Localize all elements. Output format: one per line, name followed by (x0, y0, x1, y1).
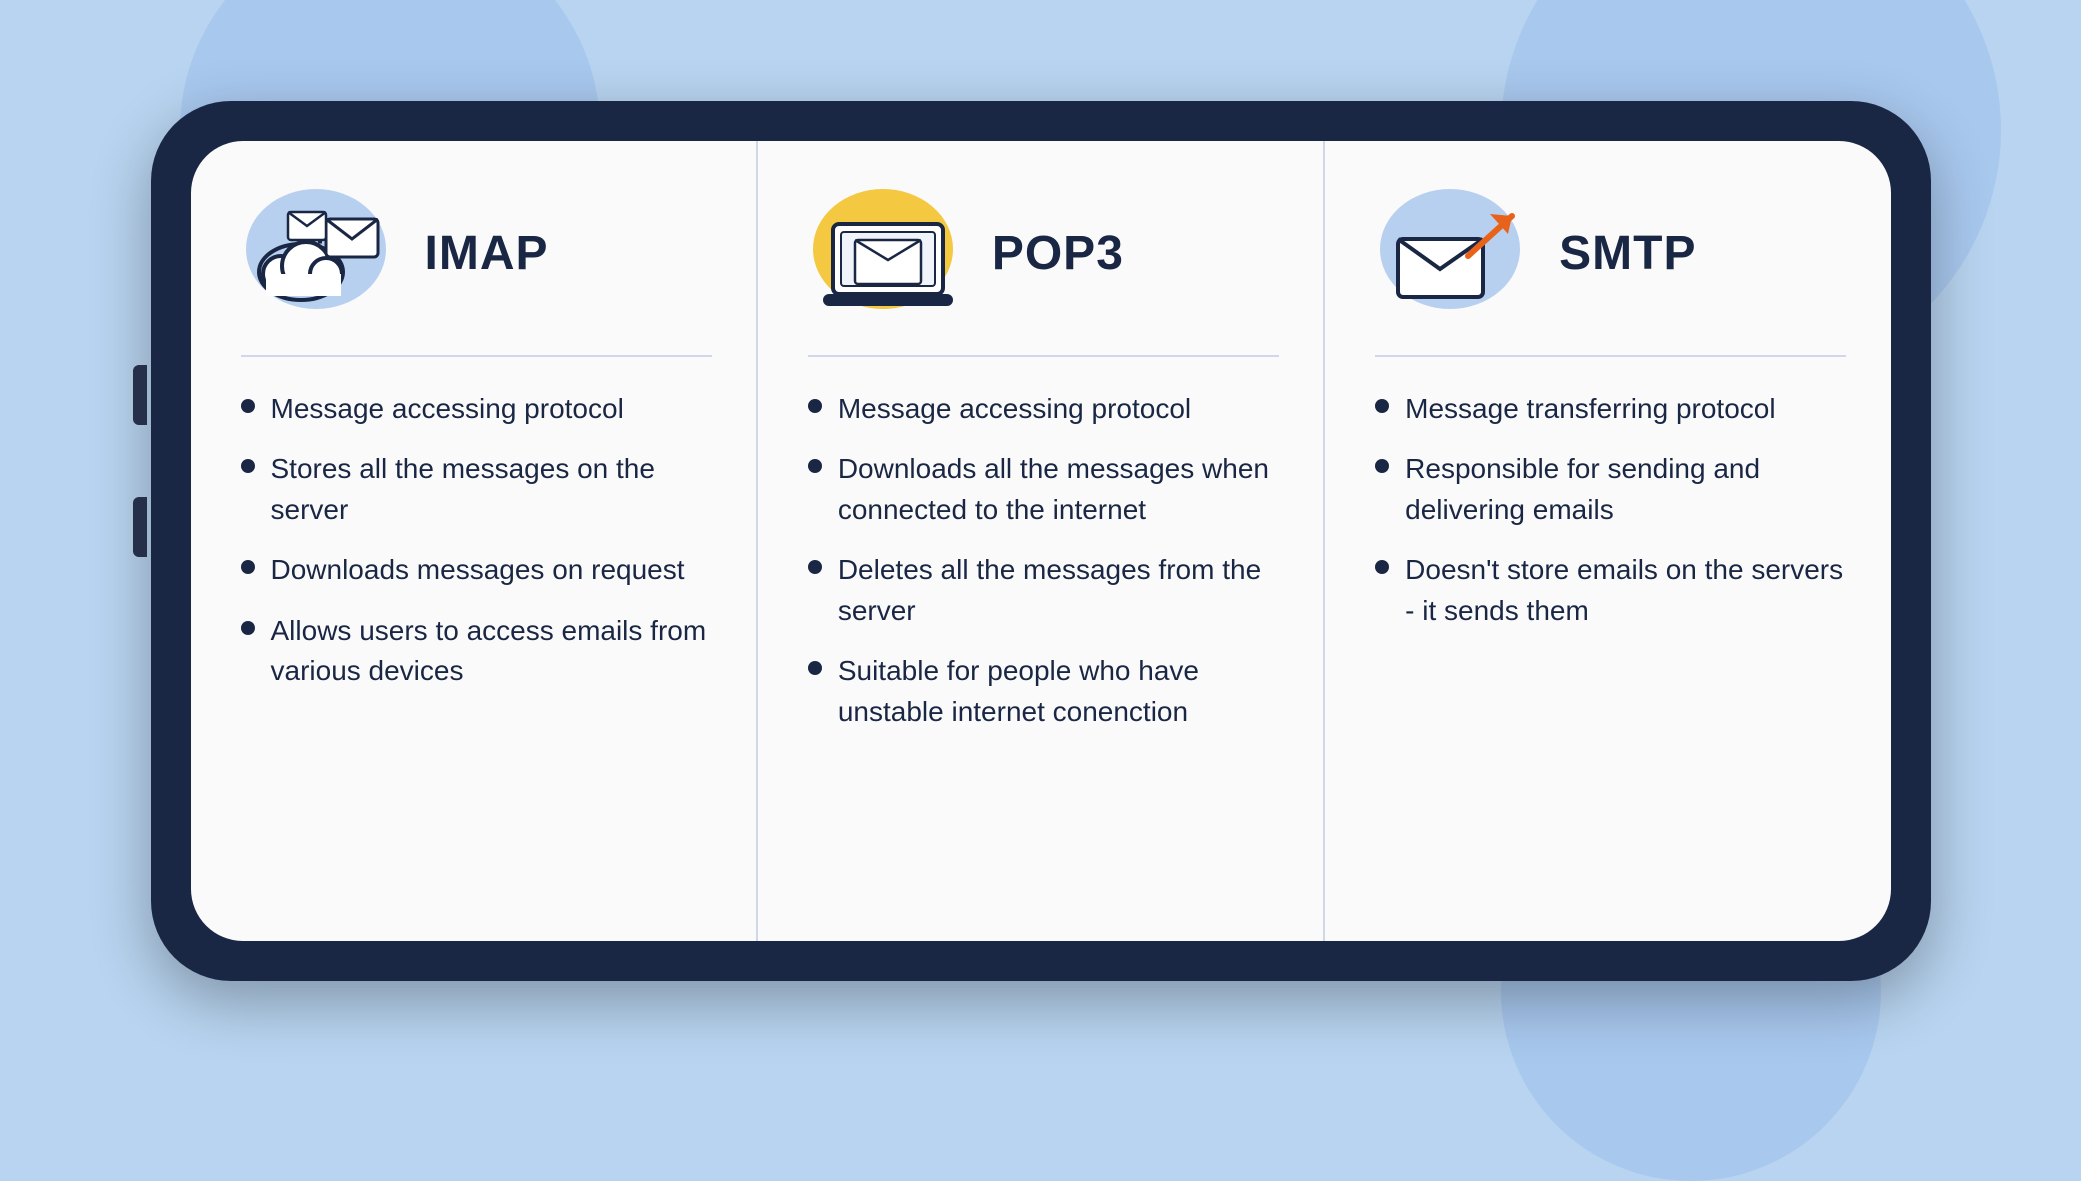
imap-bullet-list: Message accessing protocol Stores all th… (241, 389, 712, 693)
bullet-dot (808, 399, 822, 413)
imap-point-2: Stores all the messages on the server (241, 449, 712, 530)
bullet-dot (241, 560, 255, 574)
pop3-point-4: Suitable for people who have unstable in… (808, 651, 1279, 732)
smtp-title: SMTP (1559, 226, 1696, 281)
smtp-envelope-arrow-icon (1380, 194, 1530, 314)
pop3-point-1: Message accessing protocol (808, 389, 1279, 430)
bullet-dot (808, 661, 822, 675)
pop3-laptop-email-icon (813, 194, 963, 314)
phone-notch (901, 101, 1181, 137)
bullet-dot (1375, 399, 1389, 413)
comparison-table: IMAP Message accessing protocol Stores a… (191, 141, 1891, 941)
imap-point-4: Allows users to access emails from vario… (241, 611, 712, 692)
imap-title: IMAP (425, 226, 549, 281)
smtp-bullet-list: Message transferring protocol Responsibl… (1375, 389, 1846, 632)
imap-icon-container (241, 184, 401, 324)
imap-cloud-email-icon (246, 194, 396, 314)
pop3-icon-container (808, 184, 968, 324)
bullet-dot (808, 560, 822, 574)
phone-frame: IMAP Message accessing protocol Stores a… (151, 101, 1931, 981)
bullet-dot (808, 459, 822, 473)
pop3-header: POP3 (808, 177, 1279, 357)
pop3-column: POP3 Message accessing protocol Download… (758, 141, 1325, 941)
smtp-icon-container (1375, 184, 1535, 324)
smtp-column: SMTP Message transferring protocol Respo… (1325, 141, 1890, 941)
bullet-dot (1375, 560, 1389, 574)
volume-down-button (133, 497, 147, 557)
pop3-bullet-list: Message accessing protocol Downloads all… (808, 389, 1279, 733)
imap-point-3: Downloads messages on request (241, 550, 712, 591)
pop3-point-2: Downloads all the messages when connecte… (808, 449, 1279, 530)
volume-up-button (133, 365, 147, 425)
imap-point-1: Message accessing protocol (241, 389, 712, 430)
bullet-dot (1375, 459, 1389, 473)
phone-screen: IMAP Message accessing protocol Stores a… (191, 141, 1891, 941)
pop3-point-3: Deletes all the messages from the server (808, 550, 1279, 631)
bullet-dot (241, 399, 255, 413)
smtp-point-3: Doesn't store emails on the servers - it… (1375, 550, 1846, 631)
smtp-point-1: Message transferring protocol (1375, 389, 1846, 430)
imap-header: IMAP (241, 177, 712, 357)
smtp-point-2: Responsible for sending and delivering e… (1375, 449, 1846, 530)
smtp-header: SMTP (1375, 177, 1846, 357)
imap-column: IMAP Message accessing protocol Stores a… (191, 141, 758, 941)
bullet-dot (241, 621, 255, 635)
pop3-title: POP3 (992, 226, 1124, 281)
bullet-dot (241, 459, 255, 473)
